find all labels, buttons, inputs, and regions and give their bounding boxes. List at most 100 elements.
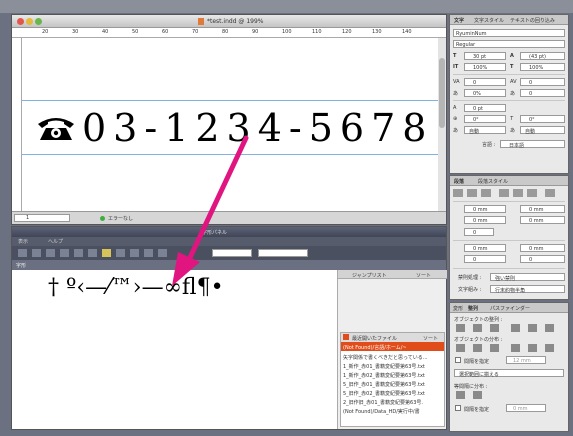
font-style-select[interactable]: Regular <box>453 40 565 48</box>
ruler-mark: 70 <box>192 29 199 35</box>
drop-chars-field[interactable]: 0 <box>520 255 565 263</box>
align-right-icon[interactable] <box>481 189 491 197</box>
tab-paragraph[interactable]: 段落 <box>454 178 464 185</box>
kerning-field[interactable]: 0 <box>464 78 506 86</box>
align-to-select[interactable]: 選択範囲に揃える <box>454 369 564 378</box>
tab-align[interactable]: 整列 <box>468 305 478 312</box>
recent-item[interactable]: 1_新作_赤02_書籍変紀要第63号.txt <box>343 372 425 379</box>
distribute-h-center-icon[interactable] <box>528 344 537 352</box>
recent-item[interactable]: 5_旧作_赤02_書籍変紀要第63号.txt <box>343 390 425 397</box>
mojikumi-select[interactable]: 行末約物半角 <box>490 285 565 294</box>
tool-icon-2[interactable] <box>32 249 41 257</box>
drop-lines-field[interactable]: 0 <box>464 255 506 263</box>
font-size-field[interactable]: 30 pt <box>464 52 506 60</box>
auto-right-select[interactable]: 自動 <box>520 126 565 135</box>
font-family-select[interactable]: RyuminNum <box>453 29 565 37</box>
recent-item[interactable]: 矢字関係で書くべきだと思っている... <box>343 354 428 361</box>
spacing-checkbox[interactable] <box>455 357 461 363</box>
align-right-edge-icon[interactable] <box>490 324 499 332</box>
toolbar-field-2[interactable] <box>258 249 308 257</box>
tool-icon-5[interactable] <box>74 249 83 257</box>
last-line-field[interactable]: 0 mm <box>520 216 565 224</box>
hyph-field[interactable]: 0 <box>464 228 494 236</box>
hscale-field[interactable]: 100% <box>520 63 565 71</box>
baseline-field[interactable]: 0 pt <box>464 104 506 112</box>
tool-icon-7[interactable] <box>102 249 111 257</box>
recent-item-highlighted[interactable]: (Not Found)/言語/ホーム/~ <box>341 342 444 351</box>
toolbar-field-1[interactable] <box>212 249 252 257</box>
page-field[interactable] <box>14 214 70 222</box>
justify-left-icon[interactable] <box>499 189 509 197</box>
space-before-field[interactable]: 0 mm <box>464 244 506 252</box>
recent-item[interactable]: 5_旧作_赤01_書籍変紀要第63号.txt <box>343 381 425 388</box>
tab-text-wrap[interactable]: テキストの回り込み <box>510 17 555 24</box>
tool-icon-11[interactable] <box>158 249 167 257</box>
tab-paragraph-style[interactable]: 段落スタイル <box>478 178 508 185</box>
distribute-right-icon[interactable] <box>545 344 554 352</box>
space-after-field[interactable]: 0 mm <box>520 244 565 252</box>
vertical-scrollbar[interactable] <box>438 38 446 211</box>
align-h-center-icon[interactable] <box>473 324 482 332</box>
tool-icon-6[interactable] <box>88 249 97 257</box>
recent-item[interactable]: (Not Found)/Data_HD/実行中/書 <box>343 408 420 415</box>
justify-all-icon[interactable] <box>545 189 555 197</box>
scroll-thumb[interactable] <box>439 58 445 128</box>
indent-right-field[interactable]: 0 mm <box>520 205 565 213</box>
auto-left-select[interactable]: 自動 <box>464 126 506 135</box>
close-dot[interactable] <box>17 18 24 25</box>
tab-pathfinder[interactable]: パスファインダー <box>490 305 530 312</box>
tool-icon-10[interactable] <box>144 249 153 257</box>
tab-character[interactable]: 文字 <box>454 17 464 24</box>
first-line-field[interactable]: 0 mm <box>464 216 506 224</box>
kerning-icon: VA <box>453 79 460 85</box>
tracking-icon: AV <box>510 79 517 85</box>
recent-item[interactable]: 1_新作_赤01_書籍変紀要第63号.txt <box>343 363 425 370</box>
tab-transform[interactable]: 変形 <box>453 305 463 312</box>
align-bottom-edge-icon[interactable] <box>545 324 554 332</box>
leading-field[interactable]: (43 pt) <box>520 52 565 60</box>
tab-sort[interactable]: ソート <box>416 272 431 279</box>
vscale-field[interactable]: 100% <box>464 63 506 71</box>
phone-number-text[interactable]: 03-1234-5678 <box>82 106 433 150</box>
language-select[interactable]: 日本語 <box>500 140 565 149</box>
distribute-h-space-icon[interactable] <box>473 391 482 399</box>
minimize-dot[interactable] <box>26 18 33 25</box>
glyph-tab[interactable]: 字形 <box>12 260 446 270</box>
distribute-left-icon[interactable] <box>511 344 520 352</box>
tool-icon-1[interactable] <box>18 249 27 257</box>
spacing-field-2[interactable]: 0 mm <box>506 404 546 412</box>
menu-view[interactable]: 表示 <box>18 238 28 245</box>
justify-center-icon[interactable] <box>513 189 523 197</box>
preflight-status[interactable]: エラーなし <box>108 215 133 222</box>
rotate-field[interactable]: 0° <box>464 115 506 123</box>
tool-icon-3[interactable] <box>46 249 55 257</box>
tab-character-style[interactable]: 文字スタイル <box>474 17 504 24</box>
recent-sort-tab[interactable]: ソート <box>423 335 438 342</box>
tab-jumplist[interactable]: ジャンプリスト <box>352 272 387 279</box>
tool-icon-4[interactable] <box>60 249 69 257</box>
recent-item[interactable]: 2_旧作旧_赤01_書籍変紀要第63号. <box>343 399 423 406</box>
align-top-edge-icon[interactable] <box>511 324 520 332</box>
tracking-field[interactable]: 0 <box>520 78 565 86</box>
justify-right-icon[interactable] <box>527 189 537 197</box>
distribute-v-space-icon[interactable] <box>456 391 465 399</box>
spacing-checkbox-2[interactable] <box>455 405 461 411</box>
tool-icon-8[interactable] <box>116 249 125 257</box>
indent-left-field[interactable]: 0 mm <box>464 205 506 213</box>
skew-field[interactable]: 0° <box>520 115 565 123</box>
aki-field[interactable]: 0 <box>520 89 565 97</box>
align-left-edge-icon[interactable] <box>456 324 465 332</box>
align-left-icon[interactable] <box>453 189 463 197</box>
zoom-dot[interactable] <box>35 18 42 25</box>
align-v-center-icon[interactable] <box>528 324 537 332</box>
spacing-field[interactable]: 12 mm <box>506 356 546 364</box>
distribute-v-center-icon[interactable] <box>473 344 482 352</box>
distribute-bottom-icon[interactable] <box>490 344 499 352</box>
glyph-row-text[interactable]: † º‹—⁄™›—∞ﬂ¶• <box>48 275 224 300</box>
tool-icon-9[interactable] <box>130 249 139 257</box>
distribute-top-icon[interactable] <box>456 344 465 352</box>
menu-help[interactable]: ヘルプ <box>48 238 63 245</box>
kinsoku-select[interactable]: 強い禁則 <box>490 273 565 282</box>
tsume-field[interactable]: 0% <box>464 89 506 97</box>
align-center-icon[interactable] <box>467 189 477 197</box>
